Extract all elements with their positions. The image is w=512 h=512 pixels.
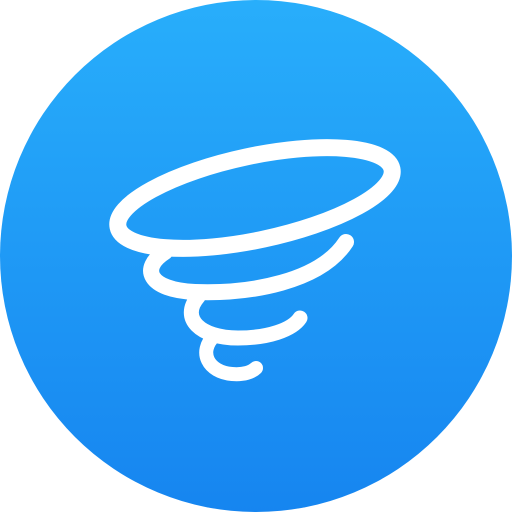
tornado-app-icon	[0, 0, 512, 512]
app-icon-canvas	[0, 0, 512, 512]
icon-background-circle	[0, 0, 512, 512]
